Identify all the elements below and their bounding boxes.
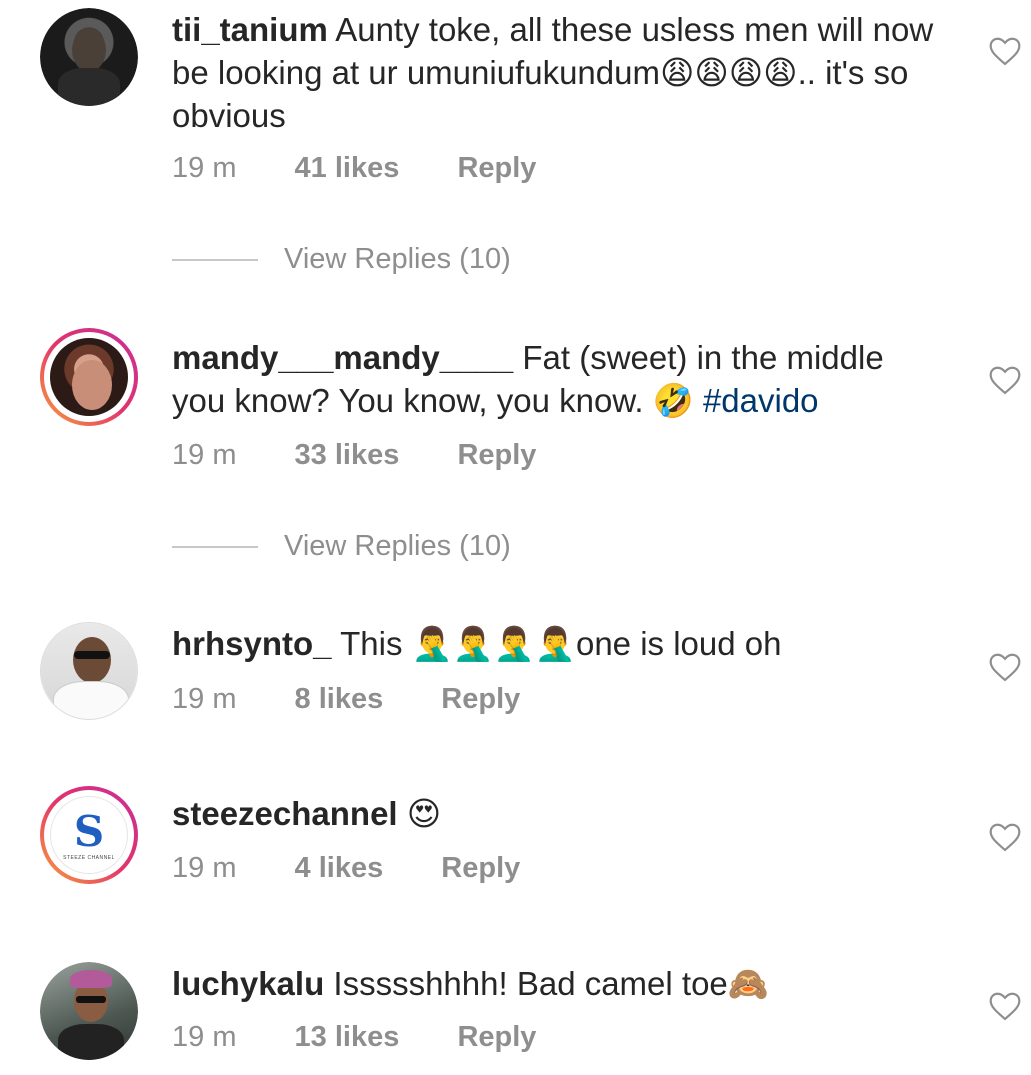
reply-button[interactable]: Reply (457, 152, 536, 184)
username[interactable]: luchykalu (172, 965, 324, 1002)
steeze-logo: S (73, 807, 105, 856)
username[interactable]: hrhsynto_ (172, 625, 332, 662)
avatar[interactable] (40, 962, 138, 1060)
heart-outline-icon[interactable] (988, 652, 1022, 682)
heart-outline-icon[interactable] (988, 991, 1022, 1021)
timestamp: 19 m (172, 683, 237, 715)
comment-body: Issssshhhh! Bad camel toe🙈 (333, 965, 769, 1002)
likes-count[interactable]: 4 likes (295, 852, 384, 884)
comment-body: 😍 (406, 795, 442, 832)
heart-outline-icon[interactable] (988, 365, 1022, 395)
avatar[interactable] (40, 328, 138, 426)
likes-count[interactable]: 33 likes (295, 439, 400, 471)
username[interactable]: steezechannel (172, 795, 398, 832)
comment-meta: 19 m 8 likes Reply (172, 683, 570, 716)
avatar[interactable] (40, 622, 138, 720)
hashtag-link[interactable]: #davido (703, 382, 819, 419)
comment-meta: 19 m 13 likes Reply (172, 1021, 586, 1054)
likes-count[interactable]: 41 likes (295, 152, 400, 184)
comment-meta: 19 m 33 likes Reply (172, 439, 586, 472)
comment-meta: 19 m 41 likes Reply (172, 152, 586, 185)
divider-line (172, 259, 258, 262)
username[interactable]: mandy___mandy____ (172, 339, 513, 376)
timestamp: 19 m (172, 439, 237, 471)
likes-count[interactable]: 13 likes (295, 1021, 400, 1053)
reply-button[interactable]: Reply (441, 852, 520, 884)
reply-button[interactable]: Reply (441, 683, 520, 715)
timestamp: 19 m (172, 152, 237, 184)
likes-count[interactable]: 8 likes (295, 683, 384, 715)
view-replies-label: View Replies (10) (284, 243, 511, 275)
view-replies-button[interactable]: View Replies (10) (172, 243, 511, 276)
username[interactable]: tii_tanium (172, 11, 328, 48)
comment-text: steezechannel 😍 (172, 792, 942, 835)
timestamp: 19 m (172, 852, 237, 884)
timestamp: 19 m (172, 1021, 237, 1053)
comment-text: luchykalu Issssshhhh! Bad camel toe🙈 (172, 962, 942, 1005)
comment-body: This 🤦‍♂️🤦‍♂️🤦‍♂️🤦‍♂️one is loud oh (340, 625, 782, 662)
reply-button[interactable]: Reply (457, 1021, 536, 1053)
steeze-logo-caption: STEEZE CHANNEL (63, 855, 115, 861)
comment-text: mandy___mandy____ Fat (sweet) in the mid… (172, 336, 942, 422)
heart-outline-icon[interactable] (988, 822, 1022, 852)
avatar[interactable]: S STEEZE CHANNEL (40, 786, 138, 884)
comment-text: tii_tanium Aunty toke, all these usless … (172, 8, 942, 137)
heart-outline-icon[interactable] (988, 36, 1022, 66)
divider-line (172, 546, 258, 549)
comment-meta: 19 m 4 likes Reply (172, 852, 570, 885)
view-replies-label: View Replies (10) (284, 530, 511, 562)
avatar[interactable] (40, 8, 138, 106)
reply-button[interactable]: Reply (457, 439, 536, 471)
comment-text: hrhsynto_ This 🤦‍♂️🤦‍♂️🤦‍♂️🤦‍♂️one is lo… (172, 622, 942, 665)
view-replies-button[interactable]: View Replies (10) (172, 530, 511, 563)
